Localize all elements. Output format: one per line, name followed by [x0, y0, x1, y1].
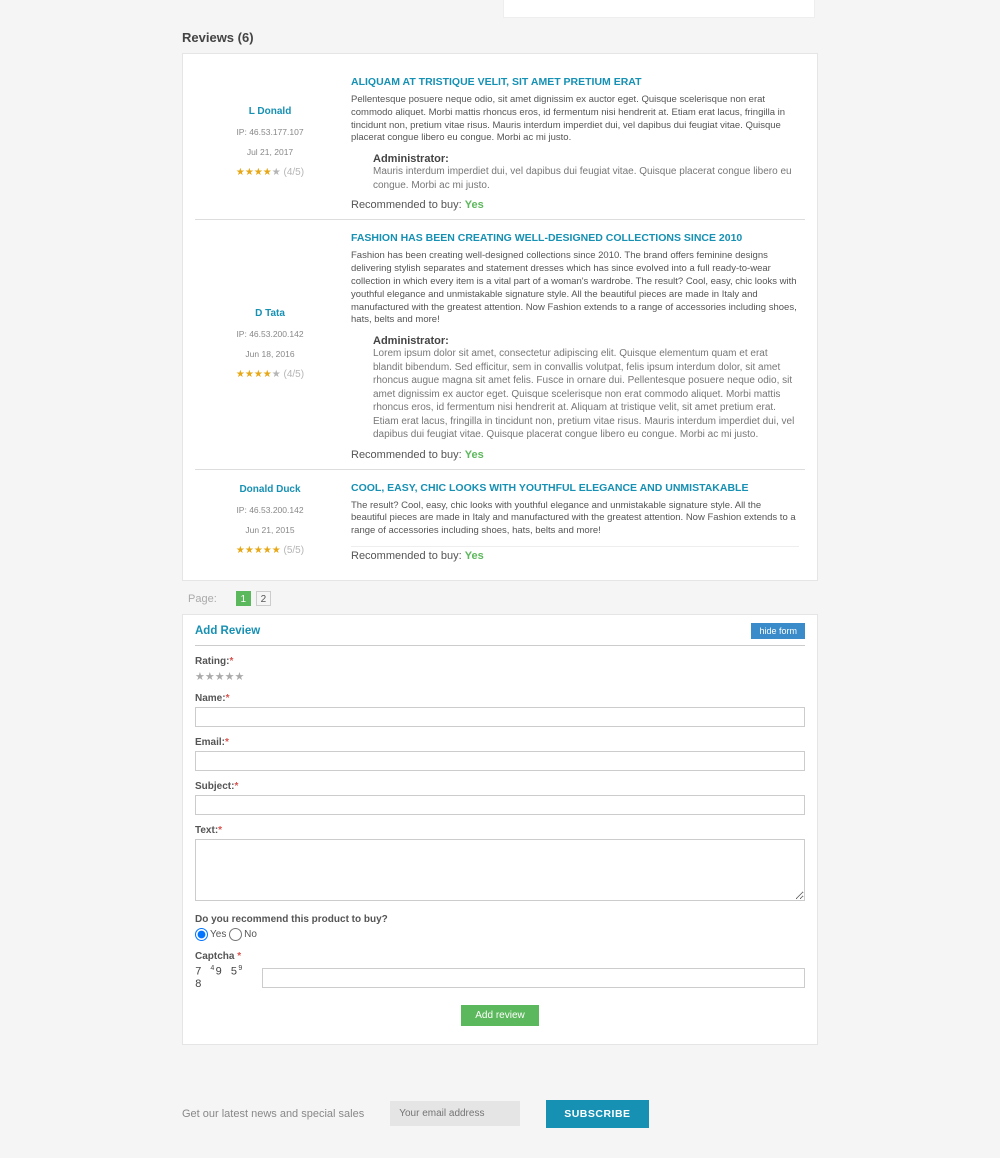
- sidebar-box: [503, 0, 815, 18]
- admin-reply-text: Mauris interdum imperdiet dui, vel dapib…: [373, 165, 799, 192]
- newsletter-email-input[interactable]: [390, 1101, 520, 1126]
- email-label: Email:*: [195, 737, 805, 748]
- reviewer-name[interactable]: Donald Duck: [199, 484, 341, 495]
- review-body: Pellentesque posuere neque odio, sit ame…: [351, 94, 799, 145]
- review-title: FASHION HAS BEEN CREATING WELL-DESIGNED …: [351, 232, 799, 244]
- review-date: Jun 21, 2015: [199, 525, 341, 535]
- admin-label: Administrator:: [373, 335, 799, 347]
- add-review-panel: Add Review hide form Rating:* ★★★★★ Name…: [182, 614, 818, 1045]
- rating-text: (4/5): [284, 369, 305, 380]
- review-title: ALIQUAM AT TRISTIQUE VELIT, SIT AMET PRE…: [351, 76, 799, 88]
- reviewer-name[interactable]: L Donald: [199, 106, 341, 117]
- recommend-line: Recommended to buy: Yes: [351, 546, 799, 562]
- add-review-button[interactable]: Add review: [461, 1005, 538, 1026]
- review-body: Fashion has been creating well-designed …: [351, 250, 799, 327]
- rating-text: (5/5): [284, 545, 305, 556]
- page-label: Page:: [188, 593, 217, 605]
- subject-input[interactable]: [195, 795, 805, 815]
- review-item: Donald Duck IP: 46.53.200.142 Jun 21, 20…: [195, 470, 805, 570]
- yes-label: Yes: [210, 929, 226, 940]
- recommend-line: Recommended to buy: Yes: [351, 196, 799, 211]
- recommend-no-radio[interactable]: [229, 928, 242, 941]
- hide-form-button[interactable]: hide form: [751, 623, 805, 639]
- name-label: Name:*: [195, 693, 805, 704]
- subscribe-button[interactable]: SUBSCRIBE: [546, 1100, 648, 1128]
- rating-text: (4/5): [284, 167, 305, 178]
- star-rating: ★★★★★ (4/5): [199, 369, 341, 380]
- reviews-panel: L Donald IP: 46.53.177.107 Jul 21, 2017 …: [182, 53, 818, 581]
- newsletter-text: Get our latest news and special sales: [182, 1108, 364, 1120]
- reviewer-name[interactable]: D Tata: [199, 308, 341, 319]
- text-label: Text:*: [195, 825, 805, 836]
- page-link-1[interactable]: 1: [236, 591, 251, 606]
- rating-label: Rating:*: [195, 656, 805, 667]
- review-date: Jun 18, 2016: [199, 349, 341, 359]
- reviewer-ip: IP: 46.53.177.107: [199, 127, 341, 137]
- reviewer-ip: IP: 46.53.200.142: [199, 505, 341, 515]
- page-link-2[interactable]: 2: [256, 591, 271, 606]
- recommend-label: Do you recommend this product to buy?: [195, 914, 805, 925]
- no-label: No: [244, 929, 257, 940]
- reviews-heading: Reviews (6): [182, 30, 1000, 45]
- email-input[interactable]: [195, 751, 805, 771]
- rating-input[interactable]: ★★★★★: [195, 670, 805, 683]
- captcha-label: Captcha *: [195, 951, 805, 962]
- review-body: The result? Cool, easy, chic looks with …: [351, 500, 799, 538]
- review-date: Jul 21, 2017: [199, 147, 341, 157]
- recommend-line: Recommended to buy: Yes: [351, 446, 799, 461]
- review-title: COOL, EASY, CHIC LOOKS WITH YOUTHFUL ELE…: [351, 482, 799, 494]
- captcha-image: 7 49 59 8: [195, 965, 252, 991]
- review-item: D Tata IP: 46.53.200.142 Jun 18, 2016 ★★…: [195, 220, 805, 469]
- reviewer-ip: IP: 46.53.200.142: [199, 329, 341, 339]
- admin-label: Administrator:: [373, 153, 799, 165]
- recommend-yes-radio[interactable]: [195, 928, 208, 941]
- name-input[interactable]: [195, 707, 805, 727]
- text-input[interactable]: [195, 839, 805, 901]
- admin-reply-text: Lorem ipsum dolor sit amet, consectetur …: [373, 347, 799, 442]
- add-review-title: Add Review: [195, 625, 260, 637]
- star-rating: ★★★★★ (5/5): [199, 545, 341, 556]
- star-rating: ★★★★★ (4/5): [199, 167, 341, 178]
- pagination: Page: 1 2: [188, 591, 1000, 606]
- captcha-input[interactable]: [262, 968, 805, 988]
- review-item: L Donald IP: 46.53.177.107 Jul 21, 2017 …: [195, 64, 805, 220]
- subject-label: Subject:*: [195, 781, 805, 792]
- newsletter-footer: Get our latest news and special sales SU…: [0, 1090, 1000, 1158]
